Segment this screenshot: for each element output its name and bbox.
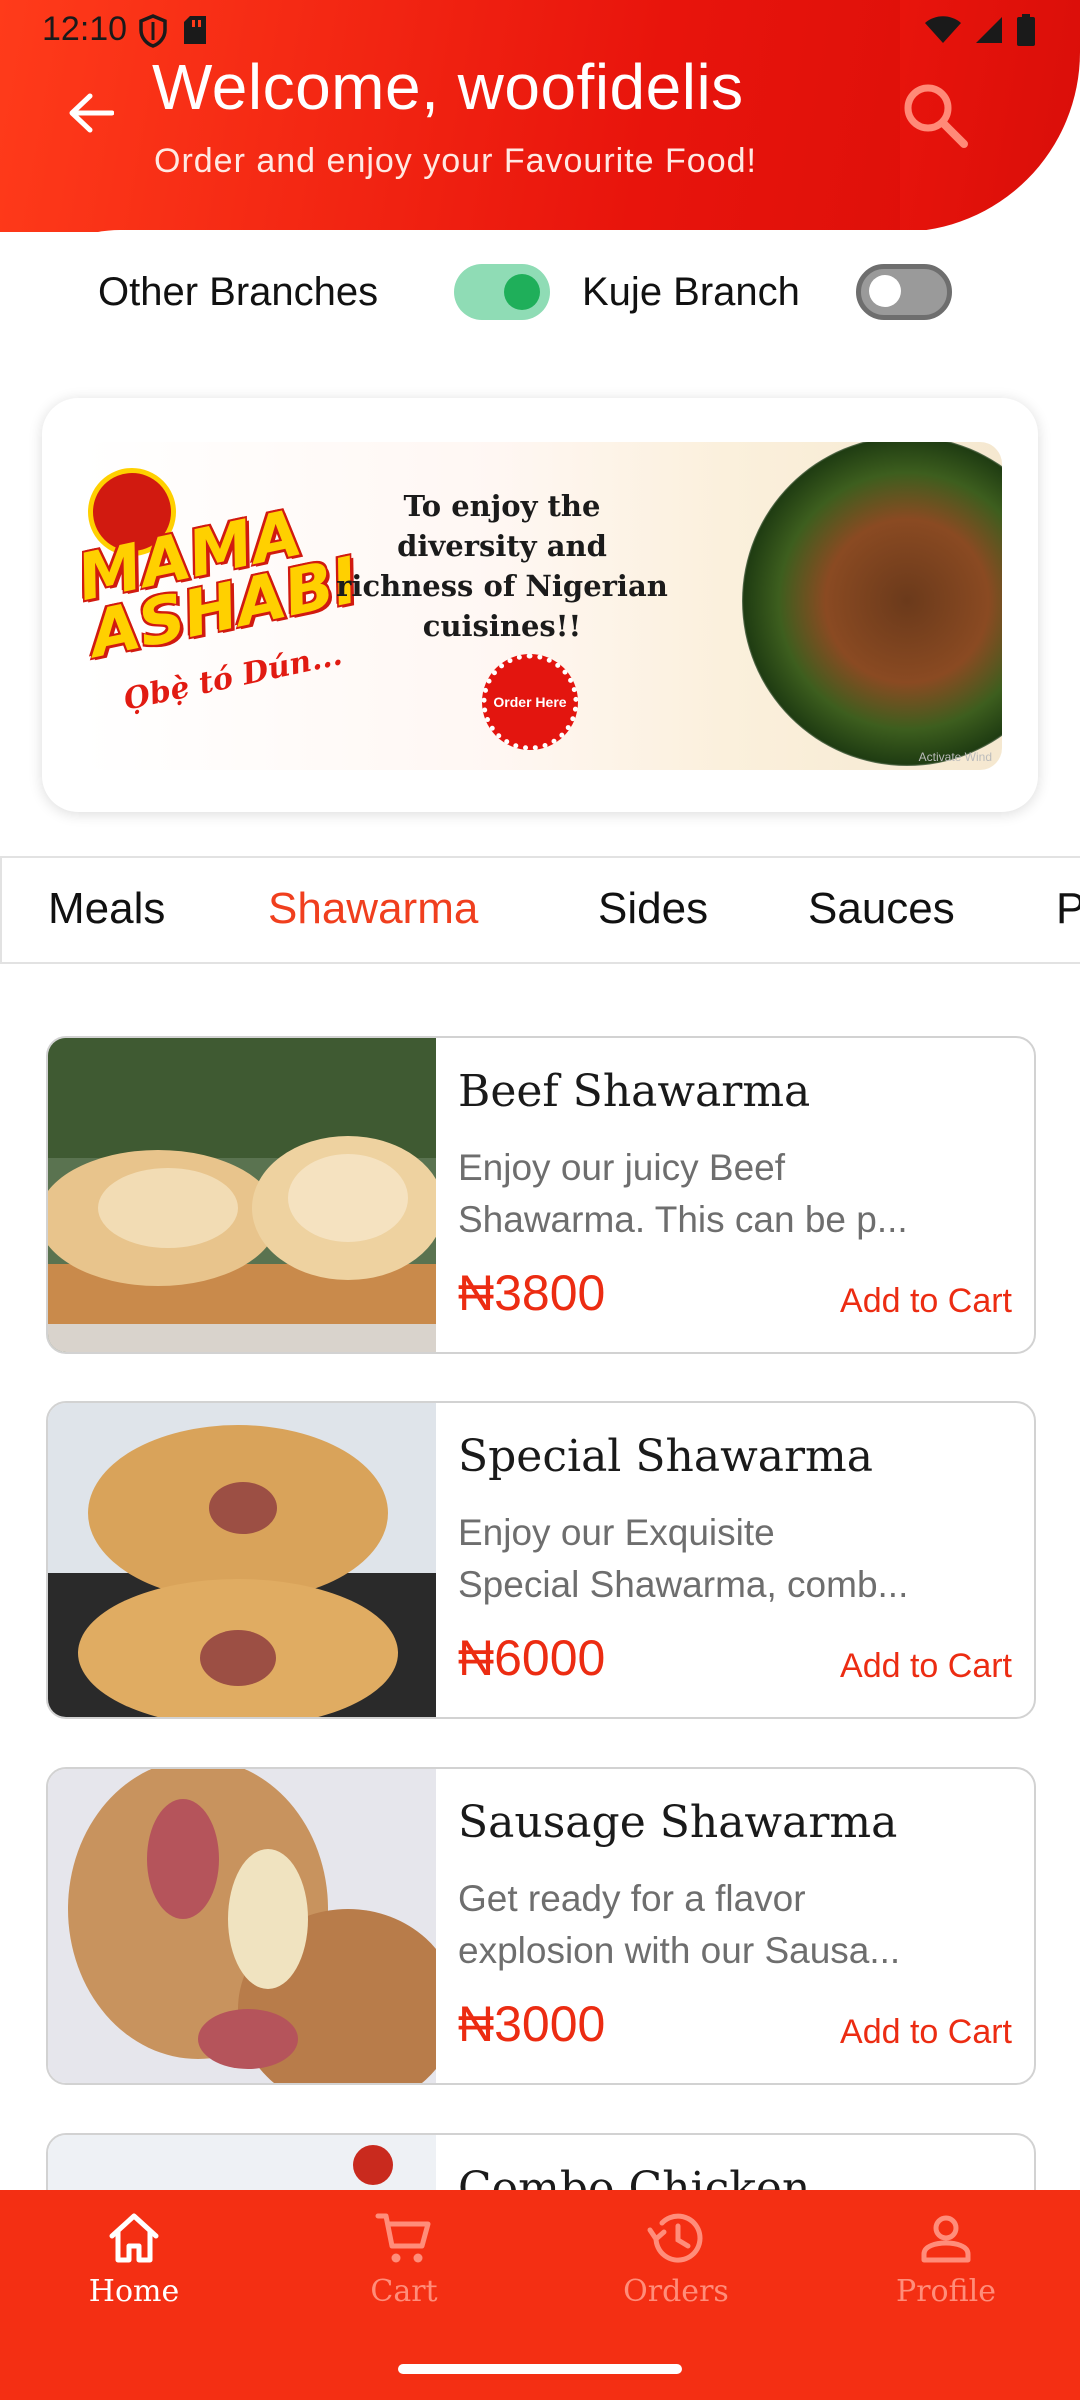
product-card[interactable]: Sausage Shawarma Get ready for a flavor … xyxy=(46,1767,1036,2085)
toggle-knob xyxy=(504,274,540,310)
other-branches-label: Other Branches xyxy=(98,270,379,314)
product-card[interactable]: Beef Shawarma Enjoy our juicy Beef Shawa… xyxy=(46,1036,1036,1354)
tab-sauces[interactable]: Sauces xyxy=(808,884,955,934)
add-to-cart-button[interactable]: Add to Cart xyxy=(840,2013,1012,2052)
tab-shawarma[interactable]: Shawarma xyxy=(268,884,478,934)
home-indicator xyxy=(398,2364,682,2374)
tab-meals[interactable]: Meals xyxy=(48,884,165,934)
history-icon xyxy=(647,2213,703,2263)
product-price: ₦3800 xyxy=(458,1265,606,1321)
product-price: ₦3000 xyxy=(458,1996,606,2052)
product-price: ₦6000 xyxy=(458,1630,606,1686)
product-image xyxy=(48,1038,436,1352)
nav-orders-label: Orders xyxy=(623,2274,729,2309)
page-title: Welcome, woofidelis xyxy=(152,51,744,123)
watermark-text: Activate Wind xyxy=(918,750,992,764)
back-button[interactable] xyxy=(60,82,122,144)
nav-cart[interactable]: Cart xyxy=(304,2208,504,2309)
toggle-knob xyxy=(869,275,901,307)
nav-orders[interactable]: Orders xyxy=(576,2208,776,2309)
search-icon xyxy=(904,84,968,148)
category-tabs: Meals Shawarma Sides Sauces P xyxy=(0,856,1080,964)
order-here-badge[interactable]: Order Here xyxy=(482,654,578,750)
battery-icon xyxy=(1017,14,1035,46)
product-name: Special Shawarma xyxy=(458,1431,873,1482)
shield-icon xyxy=(139,14,167,48)
person-icon xyxy=(921,2215,971,2263)
nav-cart-label: Cart xyxy=(370,2274,438,2309)
kuje-branch-label: Kuje Branch xyxy=(582,270,800,314)
home-icon xyxy=(109,2213,159,2263)
cart-icon xyxy=(375,2213,431,2263)
other-branches-toggle[interactable] xyxy=(454,264,550,320)
product-description: Enjoy our Exquisite Special Shawarma, co… xyxy=(458,1512,909,1605)
kuje-branch-toggle[interactable] xyxy=(856,264,952,320)
banner-headline: To enjoy the diversity and richness of N… xyxy=(336,489,668,643)
arrow-back-icon xyxy=(69,93,114,133)
tab-more[interactable]: P xyxy=(1056,884,1080,934)
promo-banner-card: MAMA ASHABI Ọbẹ̀ tó Dún... To enjoy the … xyxy=(42,398,1038,812)
sd-card-icon xyxy=(184,16,206,44)
dish-image xyxy=(742,442,1002,766)
add-to-cart-button[interactable]: Add to Cart xyxy=(840,1282,1012,1321)
nav-home-label: Home xyxy=(88,2274,180,2309)
branch-selector: Other Branches Kuje Branch xyxy=(0,258,1080,328)
status-time: 12:10 xyxy=(42,10,128,48)
wifi-icon xyxy=(925,16,961,43)
product-name: Beef Shawarma xyxy=(458,1066,811,1117)
nav-profile-label: Profile xyxy=(896,2274,996,2309)
product-card[interactable]: Special Shawarma Enjoy our Exquisite Spe… xyxy=(46,1401,1036,1719)
promo-banner[interactable]: MAMA ASHABI Ọbẹ̀ tó Dún... To enjoy the … xyxy=(82,442,1002,770)
product-name: Sausage Shawarma xyxy=(458,1797,898,1848)
product-image xyxy=(48,1769,436,2083)
nav-profile[interactable]: Profile xyxy=(846,2208,1046,2309)
tab-sides[interactable]: Sides xyxy=(598,884,708,934)
search-button[interactable] xyxy=(896,76,976,156)
add-to-cart-button[interactable]: Add to Cart xyxy=(840,1647,1012,1686)
nav-home[interactable]: Home xyxy=(34,2208,234,2309)
product-description: Get ready for a flavor explosion with ou… xyxy=(458,1878,901,1971)
page-subtitle: Order and enjoy your Favourite Food! xyxy=(154,142,757,180)
product-image xyxy=(48,1403,436,1717)
product-description: Enjoy our juicy Beef Shawarma. This can … xyxy=(458,1147,908,1240)
signal-icon xyxy=(976,17,1002,43)
